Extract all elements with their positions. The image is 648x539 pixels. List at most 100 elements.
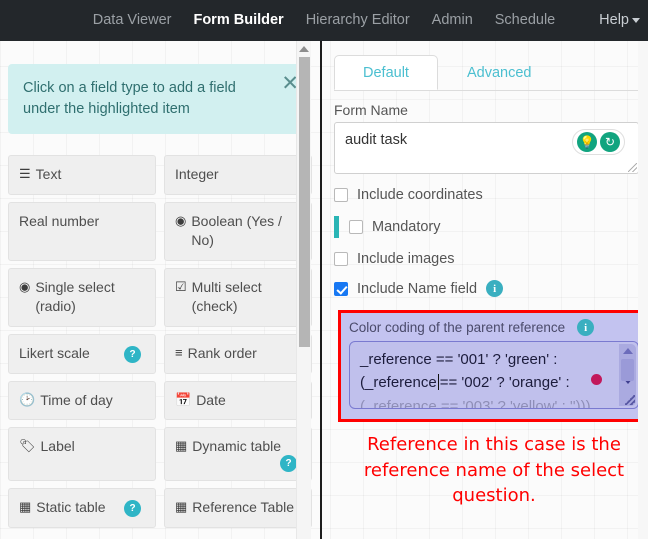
checkbox-row-include-name-field[interactable]: Include Name field i — [334, 280, 648, 297]
field-type-rank-order[interactable]: ≡ Rank order — [164, 334, 312, 374]
toggle-icon: ◉ — [175, 212, 187, 228]
scroll-up-arrow-icon[interactable] — [299, 46, 309, 52]
checkbox-label: Include images — [357, 251, 455, 267]
field-type-single-select[interactable]: ◉ Single select (radio) — [8, 267, 156, 327]
field-type-label[interactable]: 🏷 Label — [8, 427, 156, 482]
properties-panel: Default Advanced Form Name 💡 ↻ Include c… — [322, 41, 648, 539]
checkbox-row-include-images[interactable]: Include images — [334, 251, 648, 267]
expression-line-3: (_reference == '003' ? 'yellow' : ''))) — [360, 397, 591, 409]
nav-item-help[interactable]: Help — [593, 0, 646, 41]
table-icon: ▦ — [175, 499, 188, 515]
field-type-integer[interactable]: Integer — [164, 155, 312, 195]
form-name-actions: 💡 ↻ — [572, 129, 625, 155]
lightbulb-icon[interactable]: 💡 — [577, 132, 597, 152]
field-type-label: Text — [35, 166, 62, 183]
checkbox-row-include-coordinates[interactable]: Include coordinates — [334, 187, 648, 203]
expression-line-2-before: (_reference — [360, 373, 437, 391]
field-type-label: Date — [196, 391, 226, 408]
radio-icon: ◉ — [19, 278, 31, 294]
nav-help-label: Help — [599, 12, 629, 28]
nav-item-admin[interactable]: Admin — [421, 0, 484, 41]
table-icon: ▦ — [19, 499, 32, 515]
field-type-time-of-day[interactable]: 🕑 Time of day — [8, 380, 156, 421]
checkbox-row-mandatory[interactable]: Mandatory — [334, 216, 648, 238]
field-type-date[interactable]: 📅 Date — [164, 380, 312, 421]
field-type-label: Integer — [175, 166, 219, 183]
field-type-label: Time of day — [40, 391, 113, 408]
color-coding-section: Color coding of the parent reference i _… — [338, 310, 648, 422]
field-type-label: Rank order — [187, 345, 257, 361]
tag-icon: 🏷 — [19, 438, 36, 454]
scrollbar-thumb[interactable] — [621, 359, 634, 381]
checkbox-label: Mandatory — [372, 219, 441, 235]
field-type-panel: Click on a field type to add a field und… — [0, 41, 320, 539]
color-coding-expression-input[interactable]: _reference == '001' ? 'green' : (_refere… — [349, 341, 639, 409]
field-type-label: Real number — [19, 212, 100, 229]
checkbox-include-images[interactable] — [334, 252, 348, 266]
scrollbar-thumb[interactable] — [299, 57, 310, 347]
refresh-icon[interactable]: ↻ — [600, 132, 620, 152]
expression-line-2-after: == '002' ? 'orange' : — [439, 373, 570, 391]
scroll-up-arrow-icon[interactable] — [622, 348, 633, 354]
form-name-wrapper: 💡 ↻ — [334, 122, 639, 174]
field-type-grid: ☰ Text Integer Real number ◉ Boolean (Ye… — [8, 155, 312, 528]
expression-line-1: _reference == '001' ? 'green' : — [360, 351, 558, 368]
field-type-boolean[interactable]: ◉ Boolean (Yes / No) — [164, 201, 312, 261]
checkbox-include-name-field[interactable] — [334, 281, 348, 296]
color-coding-label: Color coding of the parent reference — [349, 320, 566, 335]
checkbox-label: Include coordinates — [357, 187, 483, 203]
clock-icon: 🕑 — [19, 391, 36, 407]
field-type-static-table[interactable]: ▦ Static table ? — [8, 488, 156, 528]
field-type-label: Dynamic table — [192, 438, 281, 455]
tab-advanced[interactable]: Advanced — [438, 55, 561, 90]
field-type-multi-select[interactable]: ☑ Multi select (check) — [164, 267, 312, 327]
checkbox-label: Include Name field — [357, 280, 478, 297]
nav-item-hierarchy-editor[interactable]: Hierarchy Editor — [295, 0, 421, 41]
field-type-label: Likert scale — [19, 345, 90, 361]
text-cursor — [437, 373, 439, 390]
field-type-dynamic-table[interactable]: ▦ Dynamic table ? — [164, 427, 312, 482]
field-type-label: Single select (radio) — [35, 278, 115, 315]
right-panel-scrollbar[interactable] — [638, 41, 648, 539]
field-type-label: Label — [40, 438, 75, 455]
mandatory-indicator-bar — [334, 216, 339, 238]
table-icon: ▦ — [175, 438, 188, 454]
calendar-icon: 📅 — [175, 391, 192, 407]
info-alert-message: Click on a field type to add a field und… — [23, 80, 236, 118]
checkbox-include-coordinates[interactable] — [334, 188, 348, 202]
nav-item-schedule[interactable]: Schedule — [484, 0, 566, 41]
info-icon[interactable]: i — [486, 280, 504, 297]
annotation-text: Reference in this case is the reference … — [363, 434, 625, 507]
field-type-label: Boolean (Yes / No) — [191, 212, 282, 249]
workspace: Click on a field type to add a field und… — [0, 41, 648, 539]
expression-line-2: (_reference == '002' ? 'orange' : — [360, 372, 612, 395]
info-alert: Click on a field type to add a field und… — [8, 64, 311, 135]
field-type-label: Static table — [36, 499, 106, 516]
lines-icon: ☰ — [19, 166, 31, 182]
chevron-down-icon — [632, 17, 640, 23]
field-type-real-number[interactable]: Real number — [8, 201, 156, 261]
expression-scrollbar[interactable] — [619, 344, 636, 406]
field-type-label: Multi select (check) — [191, 278, 262, 315]
field-type-text[interactable]: ☰ Text — [8, 155, 156, 195]
left-panel-scrollbar[interactable] — [296, 41, 311, 539]
help-badge-icon[interactable]: ? — [280, 455, 297, 473]
checkbox-mandatory[interactable] — [349, 220, 363, 234]
info-icon[interactable]: i — [577, 319, 595, 336]
nav-item-data-viewer[interactable]: Data Viewer — [82, 0, 183, 41]
list-icon: ≡ — [175, 345, 183, 360]
resize-grip-icon[interactable] — [625, 395, 635, 405]
top-navigation-bar: Data Viewer Form Builder Hierarchy Edito… — [0, 0, 648, 41]
color-coding-label-row: Color coding of the parent reference i — [349, 319, 639, 336]
checkbox-icon: ☑ — [175, 278, 187, 294]
properties-tabs: Default Advanced — [334, 55, 648, 91]
field-type-label: Reference Table — [192, 499, 294, 516]
nav-item-form-builder[interactable]: Form Builder — [182, 0, 294, 41]
field-type-likert-scale[interactable]: Likert scale ? — [8, 334, 156, 374]
cursor-dot-marker — [591, 374, 602, 385]
tab-default[interactable]: Default — [334, 55, 438, 90]
help-badge-icon[interactable]: ? — [124, 346, 141, 363]
help-badge-icon[interactable]: ? — [124, 500, 141, 518]
field-type-reference-table[interactable]: ▦ Reference Table — [164, 488, 312, 528]
form-name-label: Form Name — [334, 102, 408, 118]
